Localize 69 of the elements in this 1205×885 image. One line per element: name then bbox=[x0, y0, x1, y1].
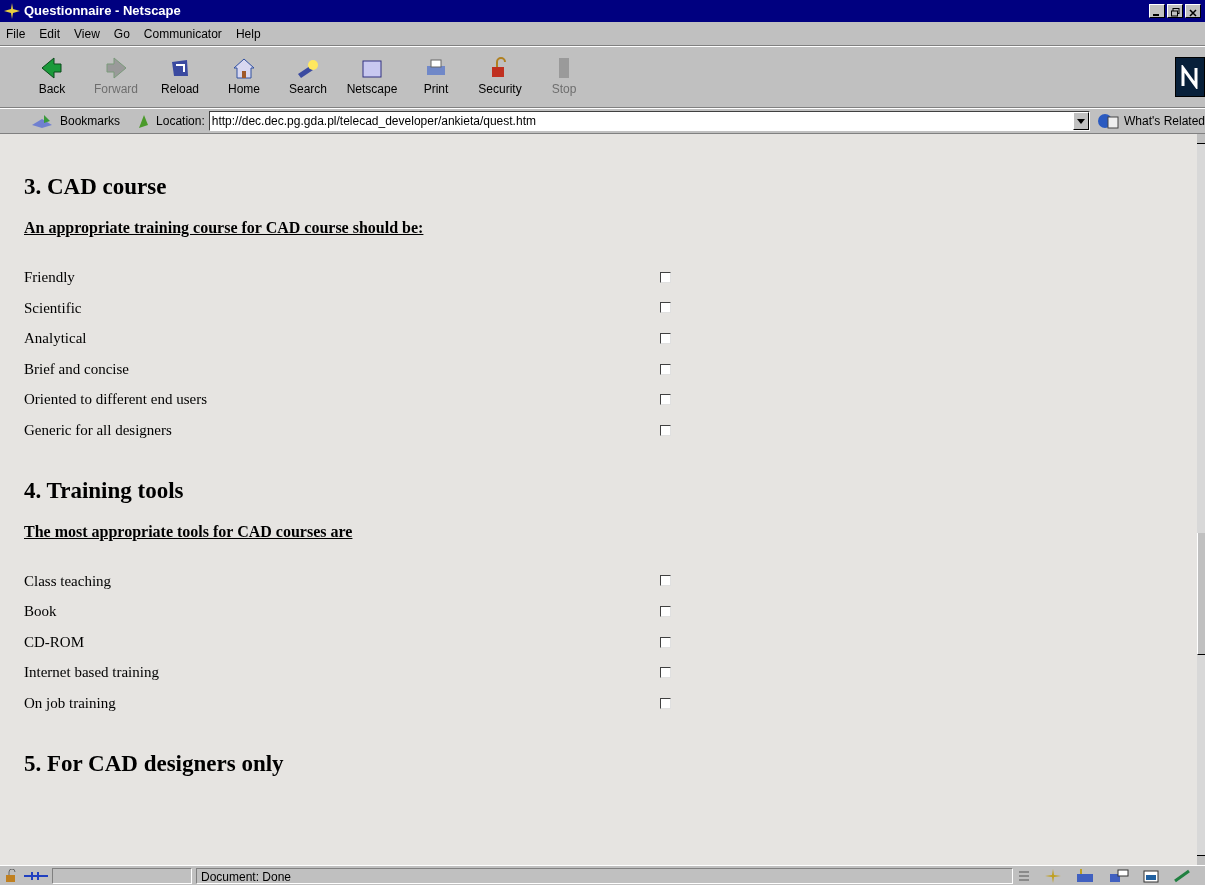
menu-item[interactable]: Communicator bbox=[143, 24, 222, 43]
bookmarks-button[interactable]: Bookmarks bbox=[30, 112, 121, 130]
whats-related-button[interactable]: What's Related bbox=[1094, 112, 1205, 130]
scroll-down-button[interactable] bbox=[1197, 855, 1205, 865]
option-label: Internet based training bbox=[24, 663, 160, 683]
option-label: Brief and concise bbox=[24, 359, 130, 379]
n-logo-icon bbox=[1180, 65, 1200, 89]
window-icon[interactable] bbox=[1143, 868, 1159, 883]
checkbox[interactable] bbox=[660, 575, 671, 587]
menu-item[interactable]: Help bbox=[235, 24, 261, 43]
toolbar-button[interactable]: Netscape bbox=[340, 56, 404, 98]
checkbox[interactable] bbox=[660, 424, 671, 436]
scrollbar-thumb[interactable] bbox=[1197, 533, 1205, 655]
url-field[interactable]: http://dec.dec.pg.gda.pl/telecad_developer/ankieta/quest.htm bbox=[208, 111, 1090, 131]
globe-pages-icon bbox=[1098, 113, 1120, 129]
dropdown-button[interactable] bbox=[1073, 112, 1089, 130]
menu-item[interactable]: View bbox=[74, 24, 100, 43]
section-heading: 3. CAD course bbox=[24, 173, 168, 201]
option-label: Book bbox=[24, 602, 58, 622]
checkbox[interactable] bbox=[660, 605, 671, 617]
option-label: CD-ROM bbox=[24, 632, 85, 652]
checkbox[interactable] bbox=[660, 667, 671, 679]
option-label: On job training bbox=[24, 694, 117, 713]
maximize-button[interactable] bbox=[1167, 4, 1183, 18]
back-arrow-icon bbox=[39, 56, 65, 80]
toolbar-button[interactable]: Search bbox=[276, 56, 340, 98]
house-icon bbox=[231, 56, 257, 80]
close-icon bbox=[1189, 9, 1197, 17]
section-heading: 5. For CAD designers only bbox=[24, 749, 285, 778]
caret-down-icon bbox=[1077, 118, 1085, 124]
option-label: Oriented to different end users bbox=[24, 390, 208, 410]
checkbox[interactable] bbox=[660, 333, 671, 344]
minimize-button[interactable] bbox=[1149, 4, 1165, 18]
option-label: Class teaching bbox=[24, 571, 113, 591]
question-text: An appropriate training course for CAD course should be: bbox=[24, 218, 425, 239]
toolbar-button[interactable]: Print bbox=[404, 56, 468, 98]
chat-icon[interactable] bbox=[1109, 868, 1129, 883]
option-label: Scientific bbox=[24, 298, 83, 318]
restore-icon bbox=[1170, 8, 1180, 17]
vertical-scrollbar[interactable] bbox=[1197, 134, 1205, 865]
location-label: Location: bbox=[156, 113, 205, 130]
checkbox[interactable] bbox=[660, 363, 671, 375]
close-button[interactable] bbox=[1185, 4, 1201, 18]
menu-item[interactable]: Edit bbox=[39, 24, 61, 43]
toolbar-button[interactable]: Security bbox=[468, 56, 532, 98]
window-title: Questionnaire - Netscape bbox=[24, 2, 181, 21]
status-text: Document: Done bbox=[196, 867, 1013, 884]
forward-arrow-icon bbox=[103, 56, 129, 80]
toolbar-button[interactable]: Home bbox=[212, 56, 276, 98]
option-label: Friendly bbox=[24, 268, 76, 288]
toolbar-button[interactable]: Reload bbox=[148, 56, 212, 98]
checkbox[interactable] bbox=[660, 697, 671, 709]
url-text: http://dec.dec.pg.gda.pl/telecad_developer/ankieta/quest.htm bbox=[210, 113, 537, 130]
question-text: The most appropriate tools for CAD courses are bbox=[24, 521, 354, 543]
star-burst-icon bbox=[4, 3, 20, 19]
toolbar-button[interactable]: Back bbox=[20, 56, 84, 98]
checkbox[interactable] bbox=[660, 302, 671, 314]
section-heading: 4. Training tools bbox=[24, 476, 185, 505]
option-label: Analytical bbox=[24, 329, 88, 349]
menu-item[interactable]: File bbox=[6, 24, 26, 43]
plug-icon bbox=[24, 869, 48, 882]
minimize-icon bbox=[1153, 13, 1161, 17]
menu-item[interactable]: Go bbox=[113, 24, 130, 43]
inbox-icon[interactable] bbox=[1075, 868, 1095, 883]
checkbox[interactable] bbox=[660, 394, 671, 406]
checkbox[interactable] bbox=[660, 636, 671, 648]
scroll-up-button[interactable] bbox=[1197, 134, 1205, 144]
option-label: Generic for all designers bbox=[24, 421, 173, 440]
checkbox[interactable] bbox=[660, 271, 671, 283]
